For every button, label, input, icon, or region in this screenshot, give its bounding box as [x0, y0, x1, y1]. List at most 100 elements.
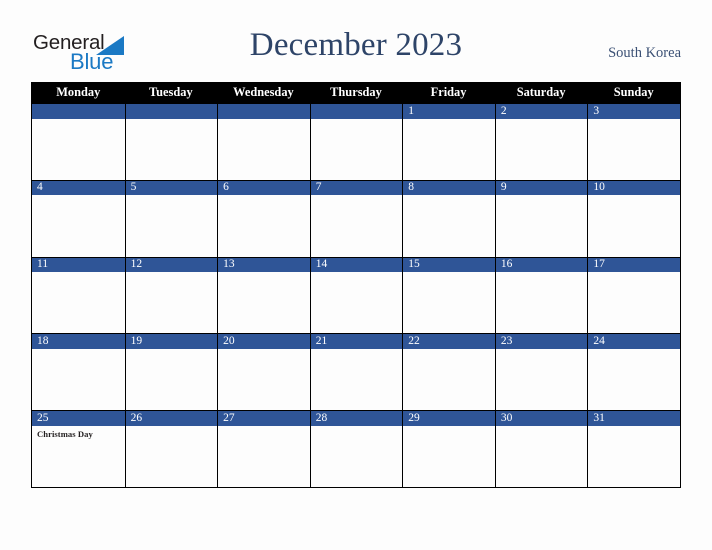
date-number: 12	[130, 258, 143, 271]
date-number: 18	[37, 334, 49, 347]
day-cell-15[interactable]: 15	[402, 256, 495, 334]
date-number: 28	[315, 411, 328, 424]
date-bar: 18	[32, 334, 125, 349]
date-bar	[32, 104, 125, 119]
date-bar: 9	[495, 180, 588, 196]
date-bar: 8	[403, 180, 495, 196]
date-bar: 3	[588, 104, 680, 119]
date-bar: 1	[403, 104, 495, 119]
page-title: December 2023	[249, 27, 463, 63]
weekday-header-monday: Monday	[56, 85, 101, 100]
day-cell-22[interactable]: 22	[402, 333, 495, 411]
day-cell-8[interactable]: 8	[402, 179, 495, 257]
date-bar: 7	[310, 180, 403, 196]
date-number: 21	[315, 334, 328, 347]
day-cell-25[interactable]: 25 Christmas Day	[32, 410, 125, 487]
date-bar: 24	[588, 334, 680, 349]
date-number: 2	[500, 104, 507, 117]
day-cell-9[interactable]: 9	[494, 179, 588, 257]
date-number: 27	[223, 411, 235, 424]
event-item: Christmas Day	[37, 428, 93, 439]
date-number: 24	[593, 334, 605, 347]
date-number: 31	[593, 411, 605, 424]
day-cell-14[interactable]: 14	[309, 256, 403, 334]
day-cell-13[interactable]: 13	[217, 256, 310, 334]
date-number: 16	[500, 258, 513, 271]
day-cell-empty[interactable]	[309, 103, 403, 180]
date-bar: 10	[588, 180, 680, 196]
day-cell-3[interactable]: 3	[587, 103, 680, 180]
date-number: 1	[408, 104, 415, 117]
day-cell-20[interactable]: 20	[217, 333, 310, 411]
day-cell-17[interactable]: 17	[587, 256, 680, 334]
date-number: 20	[223, 334, 235, 347]
day-cell-empty[interactable]	[217, 103, 310, 180]
date-bar: 28	[310, 411, 403, 426]
day-cell-23[interactable]: 23	[494, 333, 588, 411]
date-bar: 20	[218, 334, 310, 349]
date-bar: 22	[403, 334, 495, 349]
date-number: 30	[500, 411, 513, 424]
calendar-grid: Monday Tuesday Wednesday Thursday Friday Satu…	[31, 82, 681, 488]
date-number: 29	[408, 411, 420, 424]
week-row: 1 2 3	[32, 103, 680, 180]
day-cell-31[interactable]: 31	[587, 410, 680, 487]
date-bar: 11	[32, 257, 125, 273]
date-bar: 17	[588, 257, 680, 273]
day-cell-28[interactable]: 28	[309, 410, 403, 487]
date-bar: 26	[125, 411, 218, 426]
date-bar: 4	[32, 180, 125, 196]
day-cell-1[interactable]: 1	[402, 103, 495, 180]
weekday-header-sunday: Sunday	[613, 85, 654, 100]
date-number: 4	[37, 181, 43, 194]
day-cell-30[interactable]: 30	[494, 410, 588, 487]
date-number: 13	[223, 258, 235, 271]
day-cell-27[interactable]: 27	[217, 410, 310, 487]
weekday-header-row: Monday Tuesday Wednesday Thursday Friday Satu…	[32, 82, 680, 103]
day-cell-2[interactable]: 2	[494, 103, 588, 180]
date-number: 23	[500, 334, 513, 347]
weekday-header-thursday: Thursday	[330, 85, 382, 100]
date-number: 22	[408, 334, 420, 347]
weekday-header-saturday: Saturday	[516, 85, 566, 100]
day-cell-24[interactable]: 24	[587, 333, 680, 411]
event-list: Christmas Day	[32, 426, 125, 440]
date-bar: 30	[495, 411, 588, 426]
date-number: 11	[37, 258, 49, 271]
date-number: 10	[593, 181, 605, 194]
day-cell-empty[interactable]	[32, 103, 125, 180]
day-cell-12[interactable]: 12	[124, 256, 218, 334]
date-bar: 5	[125, 180, 218, 196]
date-bar: 21	[310, 334, 403, 349]
day-cell-10[interactable]: 10	[587, 179, 680, 257]
day-cell-empty[interactable]	[124, 103, 218, 180]
day-cell-29[interactable]: 29	[402, 410, 495, 487]
day-cell-6[interactable]: 6	[217, 179, 310, 257]
date-bar: 19	[125, 334, 218, 349]
date-bar: 12	[125, 257, 218, 273]
date-number: 8	[408, 181, 415, 194]
date-number: 17	[593, 258, 605, 271]
date-number: 7	[315, 181, 322, 194]
date-bar: 15	[403, 257, 495, 273]
weekday-header-friday: Friday	[430, 85, 467, 100]
date-bar	[310, 104, 403, 119]
date-number: 26	[130, 411, 143, 424]
date-bar	[125, 104, 218, 119]
day-cell-11[interactable]: 11	[32, 256, 125, 334]
day-cell-4[interactable]: 4	[32, 179, 125, 257]
day-cell-19[interactable]: 19	[124, 333, 218, 411]
date-bar: 23	[495, 334, 588, 349]
date-number: 25	[37, 411, 49, 424]
date-bar: 16	[495, 257, 588, 273]
date-bar: 25	[32, 411, 125, 426]
week-row: 25 Christmas Day 26 27 28 29 30 31	[32, 410, 680, 487]
day-cell-26[interactable]: 26	[124, 410, 218, 487]
day-cell-18[interactable]: 18	[32, 333, 125, 411]
day-cell-21[interactable]: 21	[309, 333, 403, 411]
day-cell-16[interactable]: 16	[494, 256, 588, 334]
date-bar: 13	[218, 257, 310, 273]
day-cell-7[interactable]: 7	[309, 179, 403, 257]
day-cell-5[interactable]: 5	[124, 179, 218, 257]
date-number: 6	[223, 181, 229, 194]
